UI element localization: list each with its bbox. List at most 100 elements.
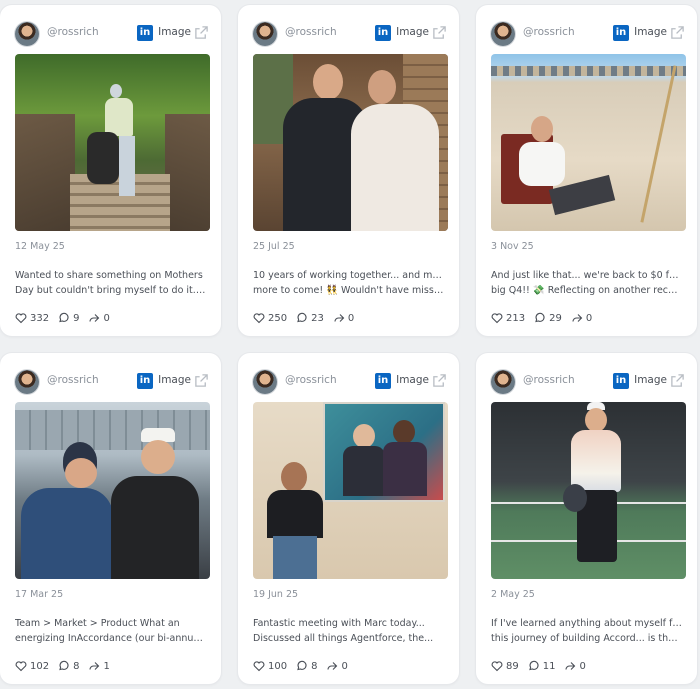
avatar[interactable]: [15, 370, 39, 394]
share-icon: [334, 314, 345, 322]
post-card[interactable]: @rossrich in Image 25 Jul 25 10 years of…: [238, 5, 459, 336]
posts-grid: @rossrich in Image 12 May 25 Wanted to s…: [0, 0, 700, 689]
comments-stat: 8: [296, 660, 317, 672]
post-type-label: Image: [396, 374, 429, 386]
post-text-line: Team > Market > Product What an: [15, 618, 180, 629]
post-stats: 250 23 0: [253, 312, 363, 324]
post-text-line: 10 years of working together... and many: [253, 270, 445, 281]
post-text[interactable]: Fantastic meeting with Marc today... Dis…: [253, 616, 445, 646]
post-stats: 100 8 0: [253, 660, 357, 672]
comment-icon: [297, 660, 307, 671]
card-header: @rossrich in Image: [491, 22, 685, 48]
shares-stat: 0: [564, 660, 586, 672]
author-handle[interactable]: @rossrich: [523, 374, 575, 386]
author-handle[interactable]: @rossrich: [285, 26, 337, 38]
comments-count: 23: [311, 312, 324, 324]
post-stats: 102 8 1: [15, 660, 119, 672]
external-link-icon[interactable]: [432, 25, 447, 40]
post-image[interactable]: [253, 54, 448, 231]
comments-stat: 29: [534, 312, 562, 324]
post-date: 19 Jun 25: [253, 589, 299, 600]
post-card[interactable]: @rossrich in Image 17 Mar 25 Team > Mark…: [0, 353, 221, 684]
post-type-label: Image: [634, 26, 667, 38]
likes-stat: 89: [491, 660, 519, 672]
post-card[interactable]: @rossrich in Image 3 Nov 25 And just lik…: [476, 5, 697, 336]
external-link-icon[interactable]: [670, 373, 685, 388]
post-text-line: And just like that... we're back to $0 f…: [491, 270, 683, 281]
comment-icon: [528, 660, 539, 671]
avatar[interactable]: [15, 22, 39, 46]
post-text[interactable]: 10 years of working together... and many…: [253, 268, 445, 298]
share-icon: [572, 314, 583, 322]
likes-stat: 332: [15, 312, 49, 324]
likes-stat: 100: [253, 660, 287, 672]
avatar[interactable]: [253, 22, 277, 46]
comments-count: 9: [73, 312, 80, 324]
shares-count: 0: [341, 660, 348, 672]
post-stats: 213 29 0: [491, 312, 601, 324]
linkedin-icon: in: [613, 373, 629, 389]
linkedin-icon: in: [137, 373, 153, 389]
post-type-label: Image: [158, 374, 191, 386]
external-link-icon[interactable]: [194, 25, 209, 40]
avatar[interactable]: [491, 22, 515, 46]
post-type-label: Image: [158, 26, 191, 38]
external-link-icon[interactable]: [194, 373, 209, 388]
post-type-label: Image: [396, 26, 429, 38]
shares-stat: 0: [88, 312, 110, 324]
post-text-line: Wanted to share something on Mothers: [15, 270, 203, 281]
heart-icon: [253, 313, 265, 324]
post-date: 3 Nov 25: [491, 241, 534, 252]
post-image[interactable]: [15, 402, 210, 579]
comments-count: 8: [73, 660, 80, 672]
post-card[interactable]: @rossrich in Image 2 May 25 If I've lear…: [476, 353, 697, 684]
post-image[interactable]: [253, 402, 448, 579]
post-image[interactable]: [491, 402, 686, 579]
heart-icon: [15, 661, 27, 672]
post-text[interactable]: Team > Market > Product What an energizi…: [15, 616, 207, 646]
author-handle[interactable]: @rossrich: [523, 26, 575, 38]
likes-count: 100: [268, 660, 288, 672]
linkedin-icon: in: [375, 25, 391, 41]
post-date: 12 May 25: [15, 241, 65, 252]
likes-count: 102: [30, 660, 50, 672]
avatar[interactable]: [491, 370, 515, 394]
heart-icon: [253, 661, 265, 672]
post-text[interactable]: If I've learned anything about myself fr…: [491, 616, 683, 646]
card-header: @rossrich in Image: [253, 370, 447, 396]
post-text-line: this journey of building Accord... is th…: [491, 633, 683, 644]
comments-count: 29: [549, 312, 562, 324]
author-handle[interactable]: @rossrich: [47, 26, 99, 38]
external-link-icon[interactable]: [432, 373, 447, 388]
avatar[interactable]: [253, 370, 277, 394]
post-date: 17 Mar 25: [15, 589, 64, 600]
likes-count: 89: [506, 660, 519, 672]
shares-count: 0: [579, 660, 586, 672]
post-text-line: energizing InAccordance (our bi-annual..…: [15, 633, 207, 644]
shares-count: 0: [585, 312, 593, 324]
post-text-line: Day but couldn't bring myself to do it..…: [15, 285, 207, 296]
shares-stat: 1: [88, 660, 110, 672]
post-stats: 332 9 0: [15, 312, 119, 324]
shares-count: 1: [103, 660, 110, 672]
author-handle[interactable]: @rossrich: [47, 374, 99, 386]
card-header: @rossrich in Image: [15, 370, 209, 396]
external-link-icon[interactable]: [670, 25, 685, 40]
post-date: 2 May 25: [491, 589, 535, 600]
post-text-line: If I've learned anything about myself fr…: [491, 618, 683, 629]
likes-stat: 102: [15, 660, 49, 672]
post-card[interactable]: @rossrich in Image 19 Jun 25 Fantastic m…: [238, 353, 459, 684]
post-text[interactable]: And just like that... we're back to $0 f…: [491, 268, 683, 298]
post-card[interactable]: @rossrich in Image 12 May 25 Wanted to s…: [0, 5, 221, 336]
card-header: @rossrich in Image: [15, 22, 209, 48]
likes-count: 250: [268, 312, 288, 324]
share-icon: [89, 662, 100, 670]
post-text[interactable]: Wanted to share something on Mothers Day…: [15, 268, 207, 298]
comment-icon: [59, 660, 69, 671]
share-icon: [89, 314, 100, 322]
card-header: @rossrich in Image: [491, 370, 685, 396]
post-image[interactable]: [491, 54, 686, 231]
comments-stat: 9: [58, 312, 79, 324]
author-handle[interactable]: @rossrich: [285, 374, 337, 386]
post-image[interactable]: [15, 54, 210, 231]
